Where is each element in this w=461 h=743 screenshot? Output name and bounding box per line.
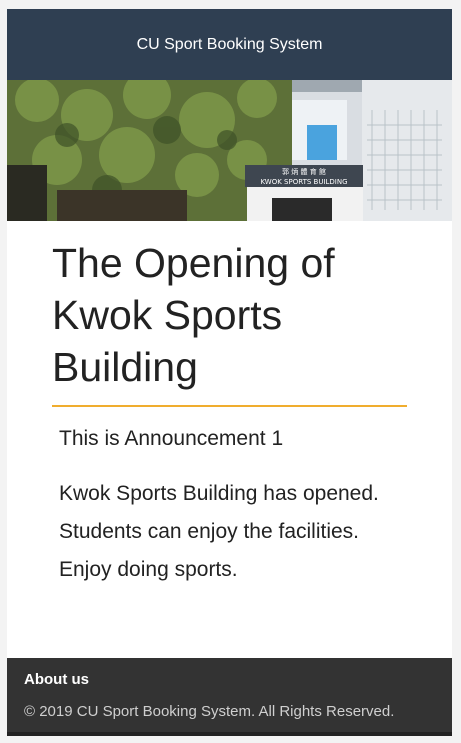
navbar-brand[interactable]: CU Sport Booking System — [137, 36, 323, 54]
footer-about-link[interactable]: About us — [24, 671, 89, 688]
footer-copyright: © 2019 CU Sport Booking System. All Righ… — [24, 703, 395, 720]
page-frame: CU Sport Booking System 郭 炳 體 育 館 KWOK S… — [7, 9, 452, 736]
hero-sign-english: KWOK SPORTS BUILDING — [260, 178, 347, 186]
hero-sign-chinese: 郭 炳 體 育 館 — [282, 167, 326, 176]
announcement-title: The Opening of Kwok Sports Building — [52, 237, 407, 407]
hero-image: 郭 炳 體 育 館 KWOK SPORTS BUILDING — [7, 80, 452, 221]
navbar: CU Sport Booking System — [7, 9, 452, 80]
footer: About us © 2019 CU Sport Booking System.… — [7, 658, 452, 736]
announcement-body: Kwok Sports Building has opened. Student… — [59, 482, 379, 581]
announcement-subtitle: This is Announcement 1 — [59, 427, 284, 450]
announcement-section: The Opening of Kwok Sports Building This… — [7, 237, 452, 589]
